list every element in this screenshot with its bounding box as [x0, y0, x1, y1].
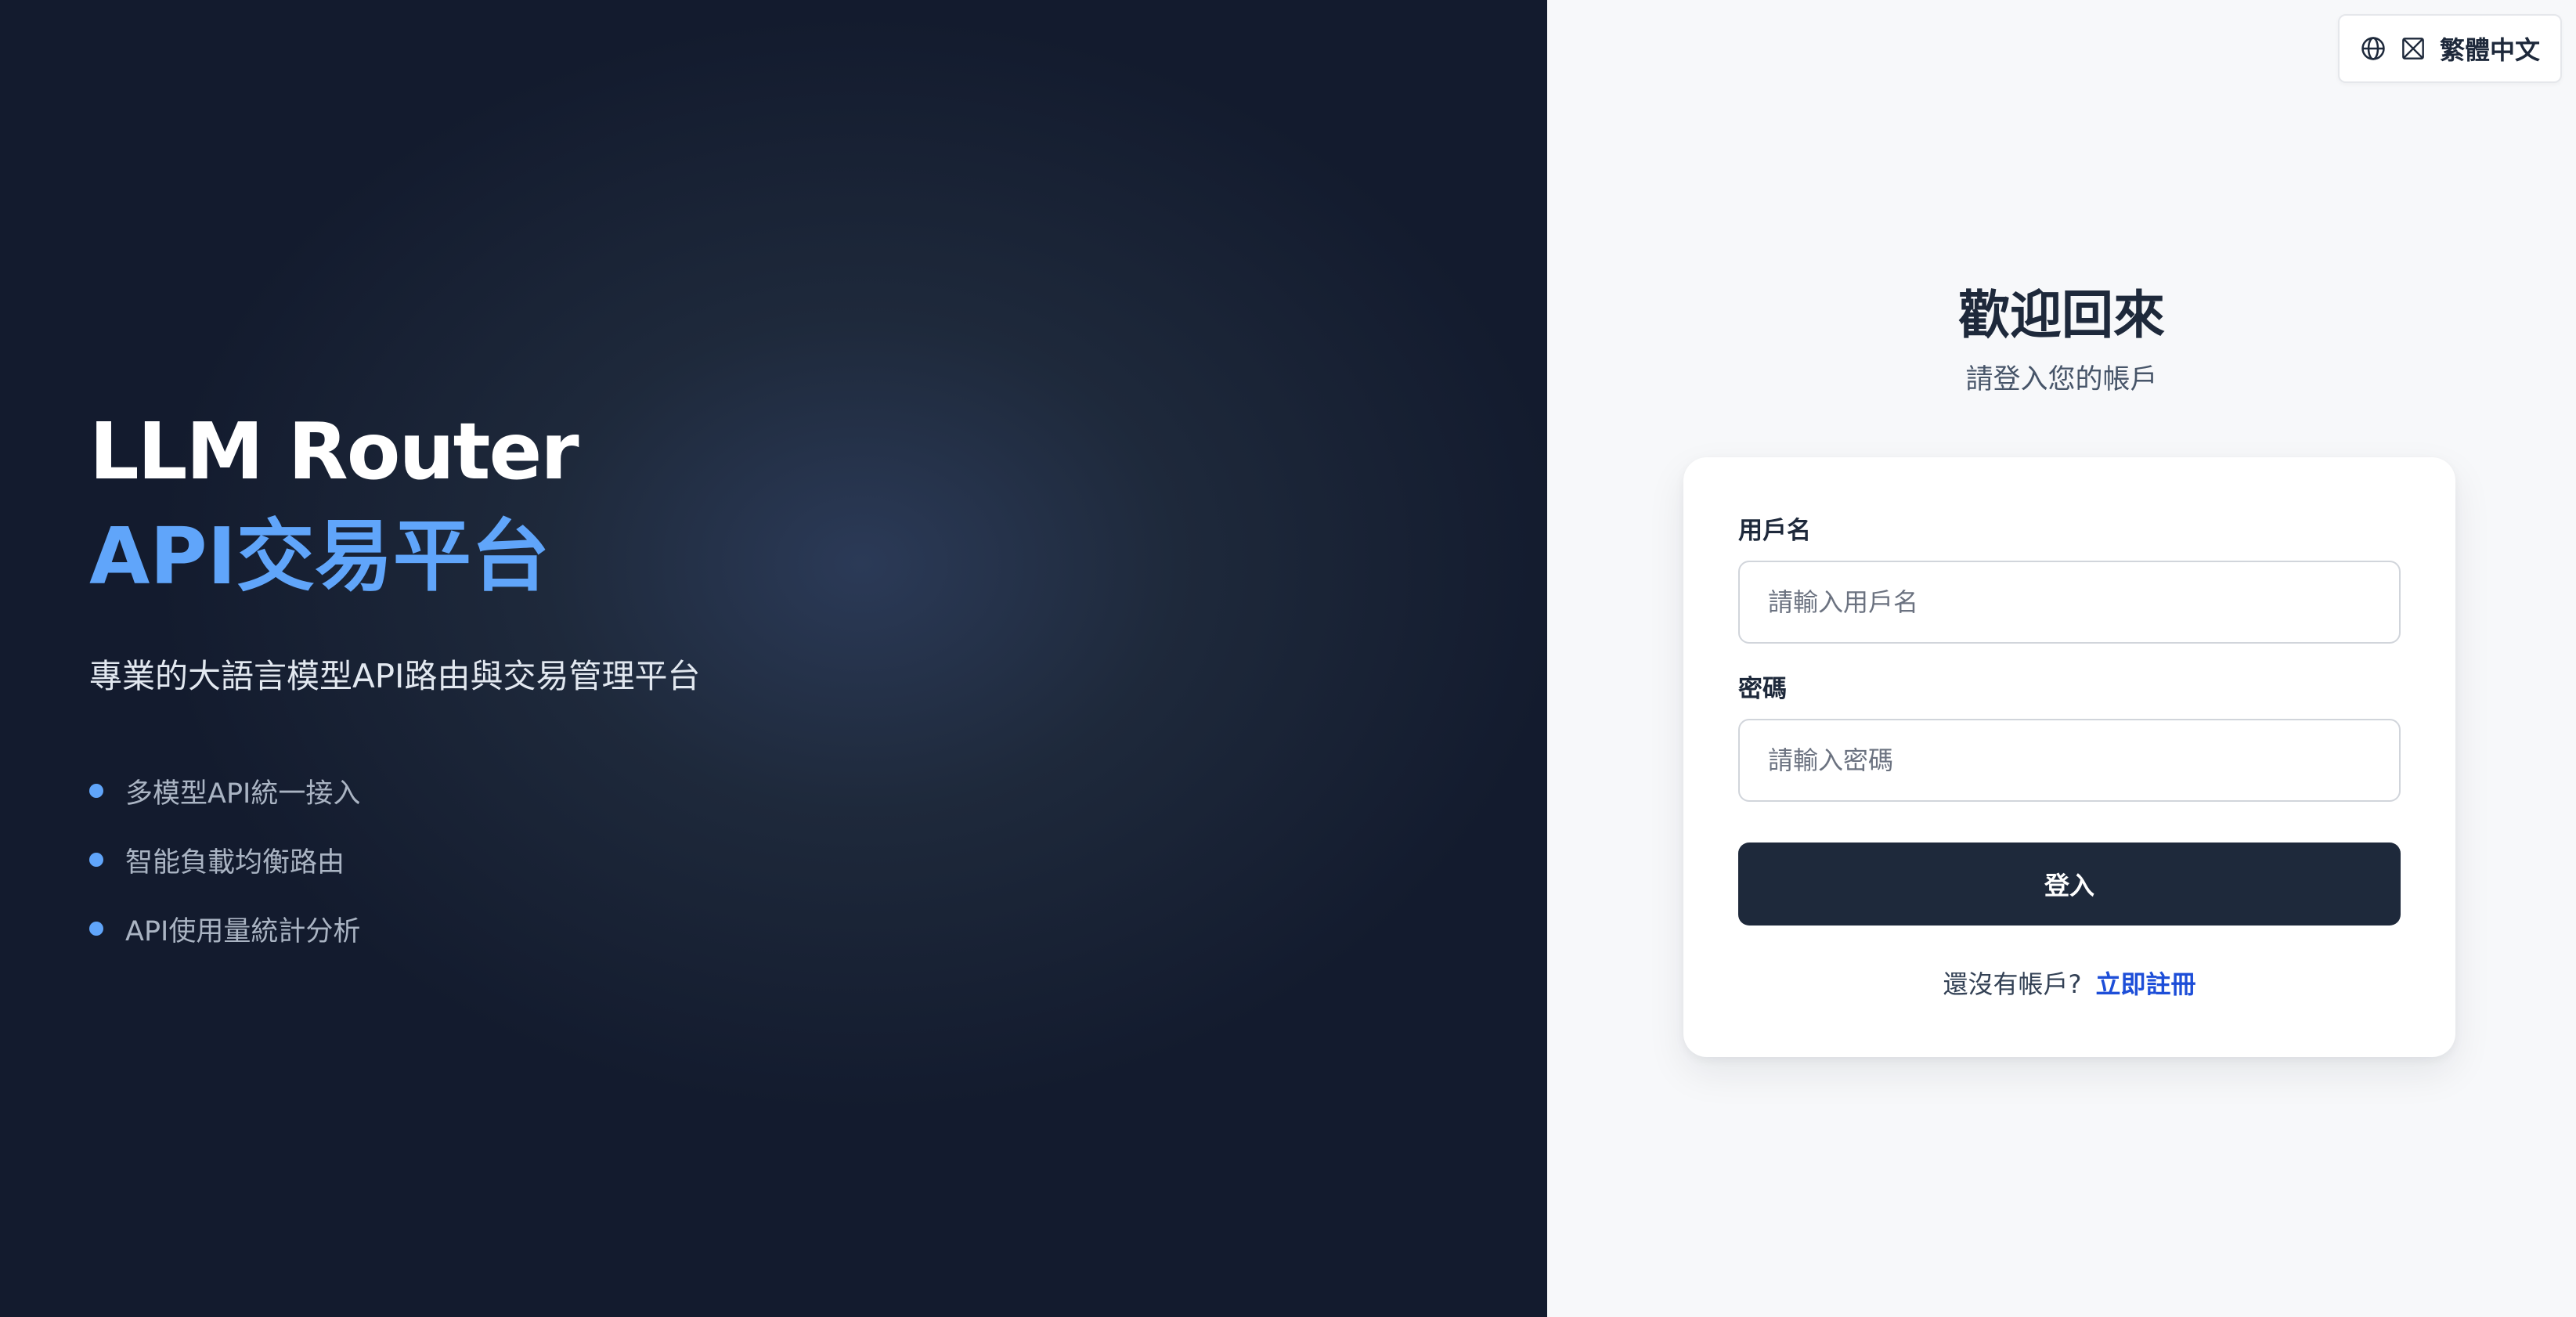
feature-label: 多模型API統一接入 [125, 778, 361, 810]
feature-item: 智能負載均衡路由 [89, 825, 360, 894]
register-link[interactable]: 立即註冊 [2095, 969, 2195, 999]
login-button[interactable]: 登入 [1738, 843, 2401, 926]
register-prompt: 還沒有帳戶? [1943, 969, 2082, 999]
username-label: 用戶名 [1738, 517, 1811, 545]
language-label: 繁體中文 [2439, 35, 2540, 65]
feature-item: 多模型API統一接入 [89, 756, 360, 825]
bullet-icon [89, 853, 103, 867]
hero-panel: LLM Router API交易平台 專業的大語言模型API路由與交易管理平台 … [0, 0, 1547, 1317]
register-row: 還沒有帳戶? 立即註冊 [1683, 965, 2455, 1004]
feature-item: API使用量統計分析 [89, 894, 360, 963]
password-input[interactable] [1738, 719, 2401, 802]
language-switcher[interactable]: 繁體中文 [2337, 14, 2562, 83]
hero-subtitle: API交易平台 [89, 511, 550, 602]
hero-description: 專業的大語言模型API路由與交易管理平台 [89, 657, 701, 695]
feature-list: 多模型API統一接入 智能負載均衡路由 API使用量統計分析 [89, 756, 360, 963]
feature-label: API使用量統計分析 [125, 915, 361, 947]
welcome-subtitle: 請登入您的帳戶 [1965, 364, 2158, 395]
flag-icon [2402, 38, 2424, 60]
login-form: 用戶名 密碼 登入 還沒有帳戶? 立即註冊 [1683, 457, 2455, 1057]
globe-icon [2361, 37, 2385, 60]
hero-title: LLM Router [89, 406, 579, 497]
password-label: 密碼 [1738, 675, 1787, 703]
welcome-title: 歡迎回來 [1958, 285, 2165, 345]
bullet-icon [89, 784, 103, 798]
bullet-icon [89, 922, 103, 936]
feature-label: 智能負載均衡路由 [125, 846, 345, 879]
login-panel: 繁體中文 歡迎回來 請登入您的帳戶 用戶名 密碼 登入 還沒有帳戶? 立即註冊 [1547, 0, 2576, 1317]
username-input[interactable] [1738, 561, 2401, 644]
